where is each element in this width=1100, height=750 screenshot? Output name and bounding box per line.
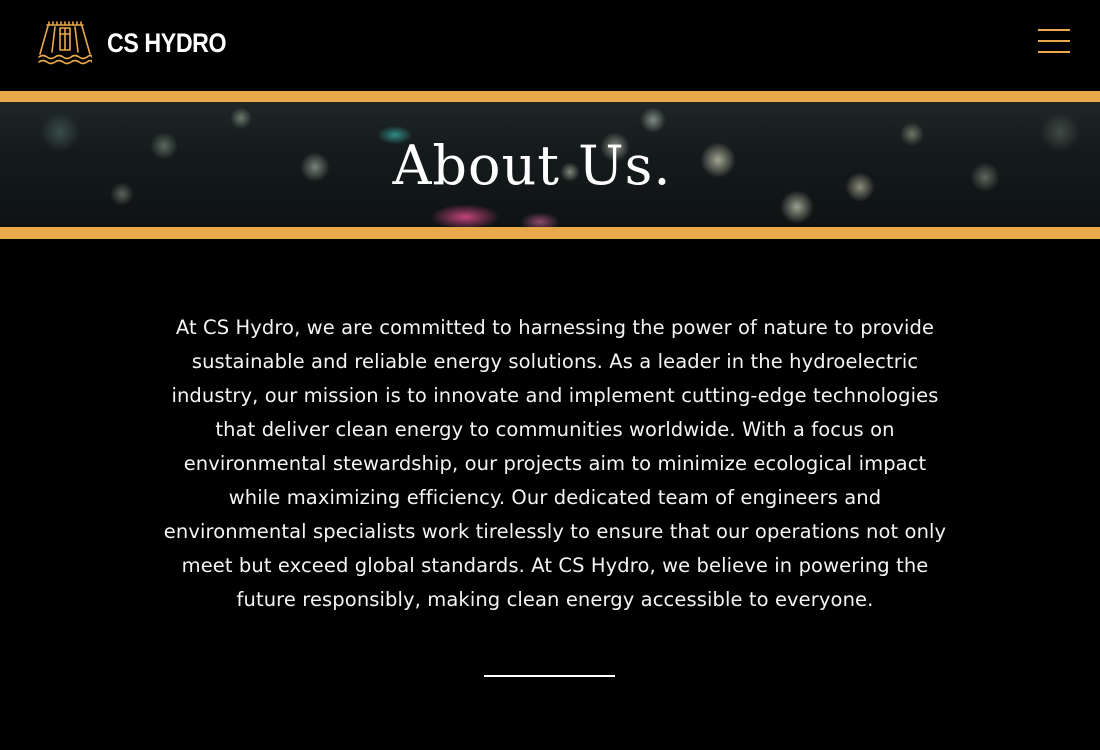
about-paragraph: At CS Hydro, we are committed to harness… [163,316,947,611]
page-title: About Us. [392,134,672,197]
section-divider [484,675,615,677]
menu-bar-bottom [1038,51,1070,53]
menu-bar-top [1038,29,1070,31]
hero-banner: About Us. [0,91,1100,239]
hamburger-menu-icon[interactable] [1036,27,1072,55]
hero-background-image: About Us. [0,102,1100,227]
site-header: CS HYDRO [0,0,1100,91]
menu-bar-middle [1038,40,1070,42]
dam-logo-icon[interactable] [38,20,92,66]
brand-name[interactable]: CS HYDRO [107,26,227,60]
